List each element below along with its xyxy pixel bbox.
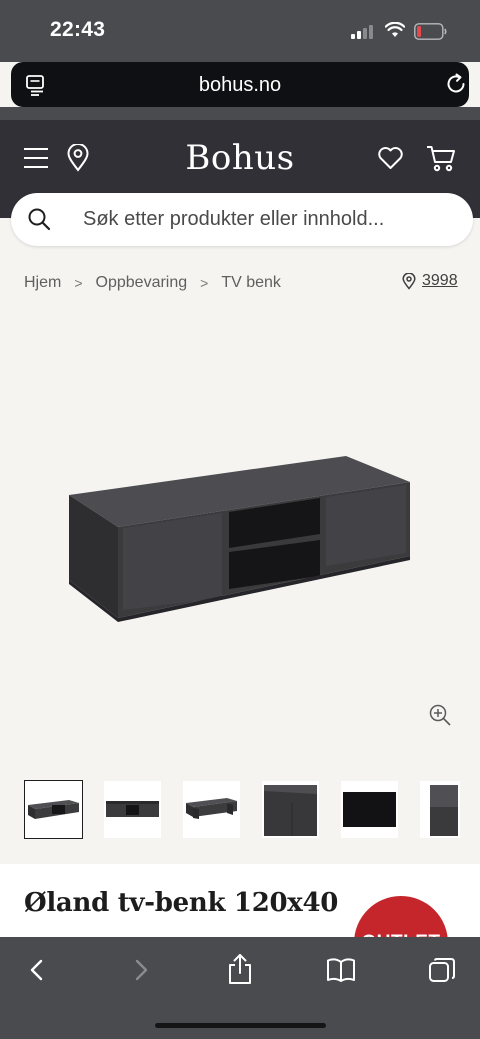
bookmarks-icon[interactable]	[326, 957, 356, 983]
breadcrumb-item-tv-bench[interactable]: TV benk	[221, 274, 281, 292]
chevron-right-icon: >	[200, 275, 209, 291]
breadcrumb-item-storage[interactable]: Oppbevaring	[96, 274, 188, 292]
site-logo[interactable]: Bohus	[0, 138, 480, 178]
thumbnail-2[interactable]	[104, 781, 161, 838]
thumbnail-5[interactable]	[341, 781, 398, 838]
product-info-panel: Øland tv-benk 120x40 OUTLET	[0, 864, 480, 944]
url-text[interactable]: bohus.no	[11, 74, 469, 97]
zoom-icon[interactable]	[428, 703, 452, 727]
tabs-icon[interactable]	[428, 957, 456, 985]
product-image[interactable]	[0, 320, 480, 750]
breadcrumb-item-home[interactable]: Hjem	[24, 274, 61, 292]
battery-icon	[414, 23, 447, 40]
reload-icon[interactable]	[445, 73, 467, 95]
address-bar[interactable]: bohus.no	[11, 62, 469, 107]
thumbnail-4[interactable]	[262, 781, 319, 838]
search-icon[interactable]	[27, 207, 51, 231]
breadcrumb: Hjem > Oppbevaring > TV benk	[24, 274, 281, 292]
store-number[interactable]: 3998	[422, 272, 458, 290]
forward-icon[interactable]	[126, 956, 154, 984]
thumbnail-1[interactable]	[24, 780, 83, 839]
location-pin-icon	[402, 272, 416, 290]
home-indicator	[155, 1023, 326, 1028]
signal-icon	[351, 24, 375, 39]
heart-icon[interactable]	[377, 146, 404, 170]
cart-icon[interactable]	[426, 144, 456, 172]
status-time: 22:43	[50, 18, 106, 41]
thumbnail-6[interactable]	[420, 781, 460, 838]
thumbnail-3[interactable]	[183, 781, 240, 838]
search-input[interactable]: Søk etter produkter eller innhold...	[83, 208, 384, 231]
store-stock-link[interactable]: 3998	[402, 272, 458, 290]
search-bar[interactable]: Søk etter produkter eller innhold...	[11, 193, 473, 246]
browser-chrome-strip	[0, 107, 480, 120]
back-icon[interactable]	[24, 956, 52, 984]
thumbnail-strip	[0, 778, 480, 840]
product-title: Øland tv-benk 120x40	[24, 888, 339, 918]
wifi-icon	[385, 22, 405, 37]
share-icon[interactable]	[226, 953, 254, 985]
chevron-right-icon: >	[74, 275, 83, 291]
status-bar: 22:43	[0, 0, 480, 62]
